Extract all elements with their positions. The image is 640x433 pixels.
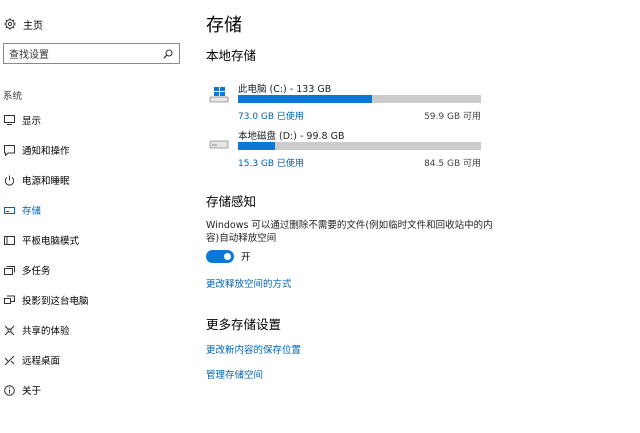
change-save-location-link[interactable]: 更改新内容的保存位置	[206, 342, 301, 356]
sidebar-item-project-to-pc[interactable]: 投影到这台电脑	[0, 290, 188, 310]
storage-usage-bar	[238, 142, 481, 150]
hard-drive-icon	[208, 134, 230, 150]
sidebar-item-label: 远程桌面	[22, 356, 61, 367]
main-content: 存储 本地存储 此电脑 (C:) - 133 GB 73.0 GB 已使用 59…	[206, 0, 626, 433]
multitask-icon	[3, 264, 15, 276]
sidebar-item-label: 多任务	[22, 266, 51, 277]
sidebar-item-label: 电源和睡眠	[22, 176, 70, 187]
drive-free: 84.5 GB 可用	[424, 159, 481, 169]
share-icon	[3, 324, 15, 336]
display-icon	[3, 114, 15, 126]
local-storage-heading: 本地存储	[206, 48, 257, 63]
storage-sense-toggle[interactable]	[206, 249, 234, 263]
drive-name: 本地磁盘 (D:) - 99.8 GB	[238, 131, 345, 142]
sidebar-home[interactable]: 主页	[3, 15, 43, 33]
remote-icon	[3, 354, 15, 366]
sidebar-item-label: 共享的体验	[22, 326, 70, 337]
more-storage-settings-heading: 更多存储设置	[206, 317, 282, 332]
sidebar-item-shared-experiences[interactable]: 共享的体验	[0, 320, 188, 340]
search-icon[interactable]	[161, 47, 175, 61]
sidebar-item-power[interactable]: 电源和睡眠	[0, 170, 188, 190]
drive-used: 73.0 GB 已使用	[238, 112, 304, 122]
sidebar-item-notifications[interactable]: 通知和操作	[0, 140, 188, 160]
storage-usage-bar	[238, 95, 481, 103]
drive-d[interactable]: 本地磁盘 (D:) - 99.8 GB 15.3 GB 已使用 84.5 GB …	[206, 128, 486, 178]
gear-icon	[3, 18, 16, 31]
sidebar-item-multitasking[interactable]: 多任务	[0, 260, 188, 280]
change-free-space-link[interactable]: 更改释放空间的方式	[206, 276, 292, 290]
drive-used: 15.3 GB 已使用	[238, 159, 304, 169]
home-label: 主页	[23, 20, 43, 32]
project-icon	[3, 294, 15, 306]
sidebar-item-storage[interactable]: 存储	[0, 200, 188, 220]
sidebar-item-label: 显示	[22, 116, 42, 127]
manage-storage-spaces-link[interactable]: 管理存储空间	[206, 367, 263, 381]
toggle-knob	[224, 252, 231, 260]
power-icon	[3, 174, 15, 186]
toggle-state-label: 开	[241, 252, 251, 263]
page-title: 存储	[206, 15, 242, 36]
sidebar-item-about[interactable]: 关于	[0, 380, 188, 400]
sidebar-item-label: 平板电脑模式	[22, 236, 80, 247]
settings-search[interactable]: 查找设置	[3, 43, 180, 64]
sidebar-item-remote-desktop[interactable]: 远程桌面	[0, 350, 188, 370]
drive-name: 此电脑 (C:) - 133 GB	[238, 84, 332, 95]
notification-icon	[3, 144, 15, 156]
storage-sense-description: Windows 可以通过删除不需要的文件(例如临时文件和回收站中的内容)自动释放…	[206, 220, 493, 244]
storage-icon	[3, 204, 15, 216]
sidebar-item-label: 存储	[22, 206, 42, 217]
section-label-system: 系统	[3, 91, 23, 102]
sidebar-item-display[interactable]: 显示	[0, 110, 188, 130]
sidebar-item-label: 投影到这台电脑	[22, 296, 89, 307]
info-icon	[3, 384, 15, 396]
drive-c[interactable]: 此电脑 (C:) - 133 GB 73.0 GB 已使用 59.9 GB 可用	[206, 81, 486, 131]
tablet-icon	[3, 234, 15, 246]
storage-sense-heading: 存储感知	[206, 194, 257, 209]
storage-sense-toggle-row: 开	[206, 249, 251, 263]
windows-drive-icon	[208, 87, 230, 103]
sidebar-item-tablet-mode[interactable]: 平板电脑模式	[0, 230, 188, 250]
search-input[interactable]: 查找设置	[4, 46, 161, 61]
sidebar: 主页 查找设置 系统 显示 通知和操作 电源和睡眠 存储 平板电脑模式 多任务 …	[0, 0, 188, 433]
storage-usage-fill	[238, 95, 372, 103]
sidebar-item-label: 通知和操作	[22, 146, 70, 157]
sidebar-item-label: 关于	[22, 386, 42, 397]
drive-free: 59.9 GB 可用	[424, 112, 481, 122]
storage-usage-fill	[238, 142, 276, 150]
